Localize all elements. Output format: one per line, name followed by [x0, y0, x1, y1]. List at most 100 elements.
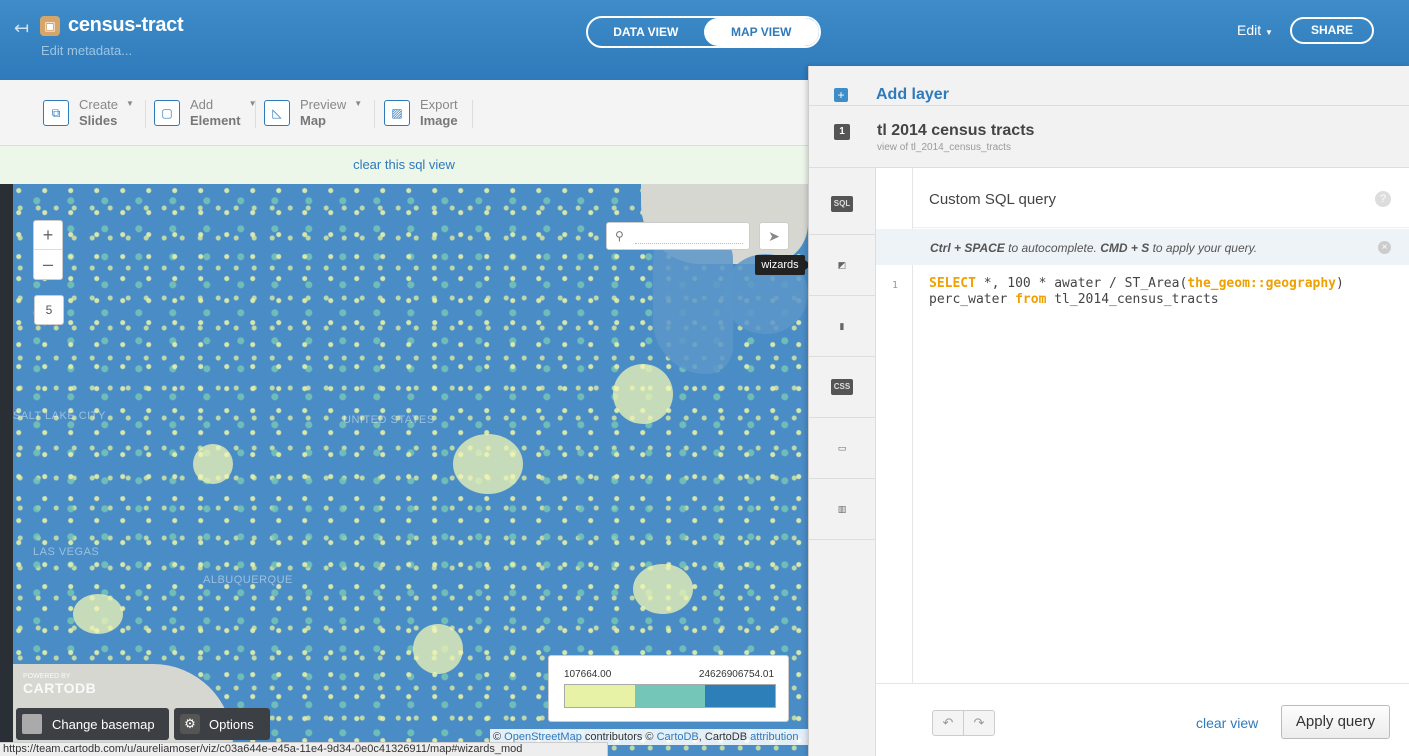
- tab-data-view[interactable]: DATA VIEW: [588, 18, 704, 46]
- options-label: Options: [209, 716, 254, 732]
- status-url: https://team.cartodb.com/u/aureliamoser/…: [0, 742, 608, 756]
- divider: [145, 100, 146, 128]
- search-icon: ⚲: [615, 229, 624, 243]
- clear-sql-view-bar: clear this sql view: [0, 146, 808, 184]
- layer-source: view of tl_2014_census_tracts: [877, 142, 1011, 153]
- layer-panel: + Add layer 1 tl 2014 census tracts view…: [808, 66, 1409, 756]
- add-element-button[interactable]: ▢ Add Element ▼: [154, 97, 257, 129]
- cartodb-link[interactable]: CartoDB: [657, 731, 699, 743]
- code-text: ): [1336, 276, 1344, 291]
- clear-sql-view-link[interactable]: clear this sql view: [353, 157, 455, 172]
- redo-button[interactable]: ↷: [963, 710, 995, 736]
- share-button[interactable]: SHARE: [1290, 17, 1374, 44]
- shortcut-hint: Ctrl + SPACE to autocomplete. CMD + S to…: [876, 229, 1409, 265]
- hint-ctrl: Ctrl + SPACE: [930, 241, 1005, 255]
- line-number: 1: [892, 280, 899, 291]
- attribution-link[interactable]: attribution: [750, 731, 798, 743]
- cartodb-brand: CARTODB: [23, 680, 97, 696]
- legend-swatch: [565, 685, 635, 707]
- export-image-line2: Image: [420, 113, 458, 128]
- change-basemap-label: Change basemap: [52, 716, 155, 732]
- tab-sql[interactable]: SQL: [809, 174, 875, 235]
- kw-geom: the_geom::geography: [1187, 276, 1337, 291]
- divider: [255, 100, 256, 128]
- powered-by-text: POWERED BY: [23, 673, 71, 680]
- sql-editor-pane: Custom SQL query ? Ctrl + SPACE to autoc…: [875, 167, 1409, 756]
- divider: [374, 100, 375, 128]
- chevron-down-icon: ▼: [1265, 28, 1273, 37]
- city-cluster: [633, 564, 693, 614]
- options-button[interactable]: ⚙ Options: [174, 708, 270, 740]
- add-layer-label[interactable]: Add layer: [876, 86, 949, 104]
- editor-header: Custom SQL query ?: [913, 168, 1409, 228]
- gear-icon: ⚙: [180, 714, 200, 734]
- editor-footer: ↶ ↷ clear view Apply query: [876, 683, 1409, 756]
- tab-css[interactable]: CSS: [809, 357, 875, 418]
- layer-header: 1 tl 2014 census tracts view of tl_2014_…: [809, 106, 1409, 168]
- page-title[interactable]: census-tract: [68, 14, 184, 37]
- code-line-1: SELECT *, 100 * awater / ST_Area(the_geo…: [929, 276, 1344, 291]
- editor-title: Custom SQL query: [929, 191, 1056, 208]
- slides-icon: ⧉: [43, 100, 69, 126]
- attribution-sep: , CartoDB: [698, 731, 748, 743]
- preview-map-line2: Map: [300, 113, 326, 128]
- create-slides-line1: Create: [79, 97, 119, 112]
- tab-infowindow[interactable]: ▮: [809, 296, 875, 357]
- change-basemap-button[interactable]: Change basemap: [16, 708, 169, 740]
- undo-button[interactable]: ↶: [932, 710, 964, 736]
- export-image-button[interactable]: ▨ Export Image: [384, 97, 458, 129]
- cartodb-logo: POWERED BY CARTODB: [23, 673, 96, 696]
- wizard-brush-icon: ◩: [837, 260, 847, 270]
- caret-down-icon: ▼: [126, 99, 134, 108]
- code-text: *, 100 * awater / ST_Area(: [975, 276, 1188, 291]
- legend-swatch: [705, 685, 775, 707]
- search-input[interactable]: [635, 229, 743, 244]
- hint-end: to apply your query.: [1152, 241, 1258, 255]
- kw-from: from: [1015, 292, 1047, 307]
- edit-label: Edit: [1237, 22, 1262, 38]
- map-label: LAS VEGAS: [33, 546, 100, 558]
- edit-metadata-link[interactable]: Edit metadata...: [41, 43, 132, 58]
- help-icon[interactable]: ?: [1375, 191, 1391, 207]
- tab-legends[interactable]: ▭: [809, 418, 875, 479]
- apply-query-button[interactable]: Apply query: [1281, 705, 1390, 739]
- edit-menu[interactable]: Edit ▼: [1237, 22, 1273, 38]
- zoom-out-button[interactable]: –: [34, 250, 62, 279]
- hint-text: Ctrl + SPACE to autocomplete. CMD + S to…: [930, 241, 1257, 255]
- lock-icon[interactable]: ▣: [40, 16, 60, 36]
- legend-max: 24626906754.01: [698, 669, 774, 680]
- kw-select: SELECT: [929, 276, 976, 291]
- speech-bubble-icon: ▮: [839, 321, 845, 331]
- create-slides-button[interactable]: ⧉ Create Slides ▼: [43, 97, 134, 129]
- preview-icon: ◺: [264, 100, 290, 126]
- close-icon[interactable]: ×: [1378, 241, 1391, 254]
- locate-button[interactable]: ➤: [759, 222, 789, 250]
- layer-number-badge: 1: [834, 124, 850, 140]
- legend-min: 107664.00: [564, 669, 612, 680]
- preview-map-button[interactable]: ◺ Preview Map ▼: [264, 97, 362, 129]
- panel-side-tabs: SQL ◩ ▮ CSS ▭ ▥: [809, 174, 875, 756]
- legend-swatch: [635, 685, 705, 707]
- legend-color-bar: [564, 684, 776, 708]
- city-cluster: [453, 434, 523, 494]
- css-icon: CSS: [831, 379, 853, 395]
- layer-name[interactable]: tl 2014 census tracts: [877, 122, 1034, 140]
- legend-icon: ▭: [837, 443, 847, 453]
- clear-view-link[interactable]: clear view: [1196, 715, 1258, 731]
- tab-wizards[interactable]: ◩: [809, 235, 875, 296]
- hint-mid: to autocomplete.: [1008, 241, 1097, 255]
- image-icon: ▨: [384, 100, 410, 126]
- back-arrow-icon[interactable]: ↤: [14, 18, 29, 39]
- map-label: ALBUQUERQUE: [203, 574, 293, 586]
- histogram-icon: ▥: [837, 504, 847, 514]
- export-image-line1: Export: [420, 97, 458, 112]
- wizards-tooltip: wizards: [755, 255, 811, 275]
- tab-filters[interactable]: ▥: [809, 479, 875, 540]
- add-layer-row[interactable]: + Add layer: [809, 66, 1409, 106]
- city-cluster: [613, 364, 673, 424]
- add-element-line2: Element: [190, 113, 241, 128]
- zoom-in-button[interactable]: +: [34, 221, 62, 250]
- tab-map-view[interactable]: MAP VIEW: [703, 18, 819, 46]
- zoom-control: + –: [33, 220, 63, 280]
- map-label: UNITED STATES: [343, 414, 435, 426]
